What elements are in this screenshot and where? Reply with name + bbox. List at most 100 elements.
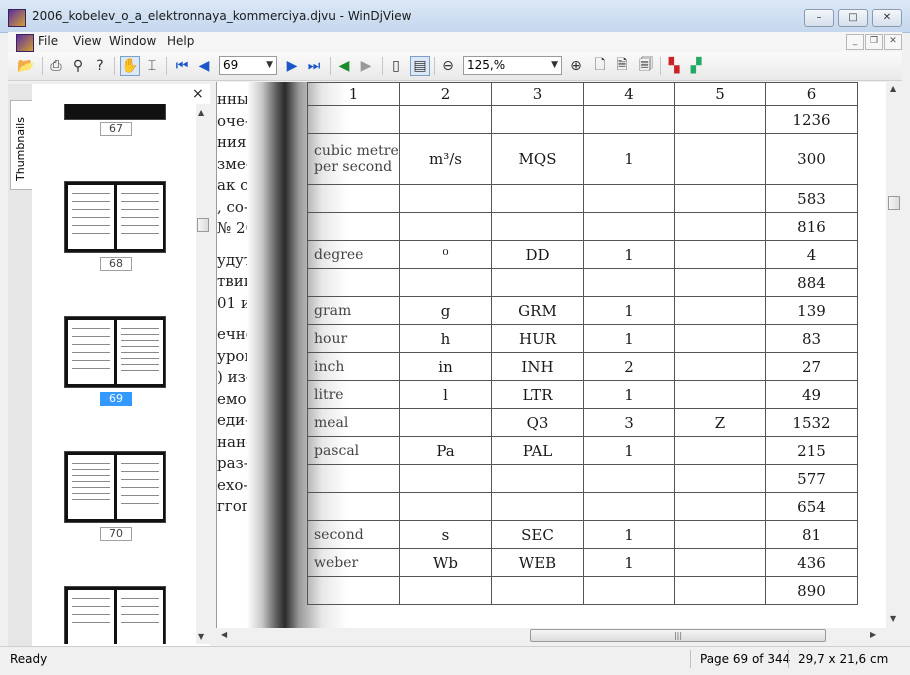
- table-header-cell: 5: [674, 82, 766, 106]
- table-cell-lvl: 3: [583, 408, 675, 437]
- table-cell-name: meal: [307, 408, 400, 437]
- table-cell-z: Z: [674, 408, 766, 437]
- scroll-up-icon[interactable]: ▲: [890, 84, 896, 93]
- scrollbar-thumb[interactable]: [888, 196, 900, 210]
- table-row: weber Wb WEB 1 436: [307, 548, 858, 577]
- table-cell-sym: Pa: [399, 436, 492, 465]
- toolbar-separator: [382, 57, 383, 75]
- first-page-icon[interactable]: ⏮: [172, 56, 192, 76]
- table-cell-num: 583: [765, 184, 858, 213]
- continuous-page-icon[interactable]: ▤: [410, 56, 430, 76]
- find-binoculars-icon[interactable]: ⚲: [68, 56, 88, 76]
- thumbnail-page-69[interactable]: [64, 316, 166, 388]
- fit-page-icon[interactable]: 🗋: [590, 56, 610, 76]
- previous-page-icon[interactable]: ◀: [194, 56, 214, 76]
- single-page-icon[interactable]: ▯: [386, 56, 406, 76]
- table-cell-lvl: [583, 105, 675, 134]
- table-cell-name: [307, 576, 400, 605]
- table-row: 1236: [307, 105, 858, 134]
- table-cell-code: Q3: [491, 408, 584, 437]
- minimize-button[interactable]: –: [804, 9, 834, 27]
- menu-help[interactable]: Help: [167, 34, 194, 48]
- status-page-size: 29,7 x 21,6 cm: [798, 652, 889, 666]
- scroll-down-icon[interactable]: ▼: [198, 632, 204, 641]
- page-number-combo[interactable]: 69 ▼: [219, 56, 277, 75]
- fit-width-icon[interactable]: 🗎: [612, 56, 632, 76]
- table-cell-name: [307, 464, 400, 493]
- thumbnail-label: 68: [100, 257, 132, 271]
- chevron-down-icon[interactable]: ▼: [266, 57, 273, 74]
- table-cell-name: [307, 212, 400, 241]
- display-mode-icon[interactable]: ▚: [664, 56, 684, 76]
- table-cell-name: litre: [307, 380, 400, 409]
- table-cell-z: [674, 240, 766, 269]
- table-cell-code: PAL: [491, 436, 584, 465]
- document-vertical-scrollbar[interactable]: ▲ ▼: [886, 82, 902, 628]
- hand-tool-icon[interactable]: ✋: [120, 56, 140, 76]
- table-cell-code: DD: [491, 240, 584, 269]
- toolbar: 📂 ⎙ ⚲ ? ✋ ⌶ ⏮ ◀ 69 ▼ ▶ ⏭ ◀ ▶ ▯ ▤ ⊖ 125,%…: [8, 52, 902, 81]
- table-cell-name: [307, 184, 400, 213]
- left-page-text-line: зме-: [217, 154, 251, 173]
- table-cell-code: [491, 464, 584, 493]
- zoom-out-icon[interactable]: ⊖: [438, 56, 458, 76]
- zoom-combo[interactable]: 125,% ▼: [463, 56, 562, 75]
- table-cell-sym: [399, 464, 492, 493]
- document-icon[interactable]: [16, 34, 34, 52]
- mdi-restore-button[interactable]: ❐: [865, 34, 883, 50]
- mdi-minimize-button[interactable]: _: [846, 34, 864, 50]
- thumbnail-page-71[interactable]: [64, 586, 166, 645]
- last-page-icon[interactable]: ⏭: [304, 56, 324, 76]
- table-cell-z: [674, 324, 766, 353]
- close-button[interactable]: ✕: [872, 9, 902, 27]
- table-cell-z: [674, 436, 766, 465]
- menu-view[interactable]: View: [73, 34, 101, 48]
- chevron-down-icon[interactable]: ▼: [551, 57, 558, 74]
- tab-thumbnails[interactable]: Thumbnails: [10, 100, 33, 190]
- select-tool-icon[interactable]: ⌶: [142, 56, 162, 76]
- table-cell-num: 4: [765, 240, 858, 269]
- actual-size-icon[interactable]: 🗐: [636, 56, 656, 76]
- left-page-text-line: 01 и: [217, 293, 251, 312]
- back-icon[interactable]: ◀: [334, 56, 354, 76]
- open-folder-icon[interactable]: 📂: [16, 56, 36, 76]
- table-header-cell: 4: [583, 82, 675, 106]
- table-cell-num: 890: [765, 576, 858, 605]
- thumbnail-page-67[interactable]: [64, 104, 166, 120]
- table-cell-num: 654: [765, 492, 858, 521]
- table-cell-sym: s: [399, 520, 492, 549]
- help-question-icon[interactable]: ?: [90, 56, 110, 76]
- thumbnail-scrollbar[interactable]: ▲ ▼: [196, 104, 210, 644]
- table-cell-sym: [399, 408, 492, 437]
- close-icon[interactable]: ×: [192, 86, 204, 102]
- document-horizontal-scrollbar[interactable]: ◀ ||| ▶: [216, 628, 886, 644]
- menu-window[interactable]: Window: [109, 34, 156, 48]
- mdi-close-button[interactable]: ✕: [884, 34, 902, 50]
- print-icon[interactable]: ⎙: [46, 56, 66, 76]
- thumbnail-page-68[interactable]: [64, 181, 166, 253]
- left-page-text-line: нан-: [217, 432, 252, 451]
- scroll-up-icon[interactable]: ▲: [198, 108, 204, 117]
- table-cell-z: [674, 133, 766, 185]
- zoom-in-icon[interactable]: ⊕: [566, 56, 586, 76]
- table-cell-sym: ⁰: [399, 240, 492, 269]
- forward-icon[interactable]: ▶: [356, 56, 376, 76]
- scroll-left-icon[interactable]: ◀: [221, 630, 227, 639]
- table-cell-lvl: [583, 268, 675, 297]
- rotate-icon[interactable]: ▞: [686, 56, 706, 76]
- table-cell-num: 27: [765, 352, 858, 381]
- left-page-text-line: раз-: [217, 454, 249, 472]
- table-header-row: 123456: [307, 82, 858, 106]
- maximize-button[interactable]: □: [838, 9, 868, 27]
- scroll-down-icon[interactable]: ▼: [890, 614, 896, 623]
- left-page-text-line: оче-: [217, 111, 250, 130]
- scrollbar-thumb[interactable]: |||: [530, 629, 826, 642]
- thumbnail-page-70[interactable]: [64, 451, 166, 523]
- menu-file[interactable]: File: [38, 34, 58, 48]
- table-row: inch in INH 2 27: [307, 352, 858, 381]
- scroll-right-icon[interactable]: ▶: [870, 630, 876, 639]
- scrollbar-thumb[interactable]: [197, 218, 209, 232]
- table-cell-z: [674, 105, 766, 134]
- next-page-icon[interactable]: ▶: [282, 56, 302, 76]
- document-view[interactable]: нные оче-ния в зме-ак с, со- № 20 удут твии 01…: [216, 82, 887, 628]
